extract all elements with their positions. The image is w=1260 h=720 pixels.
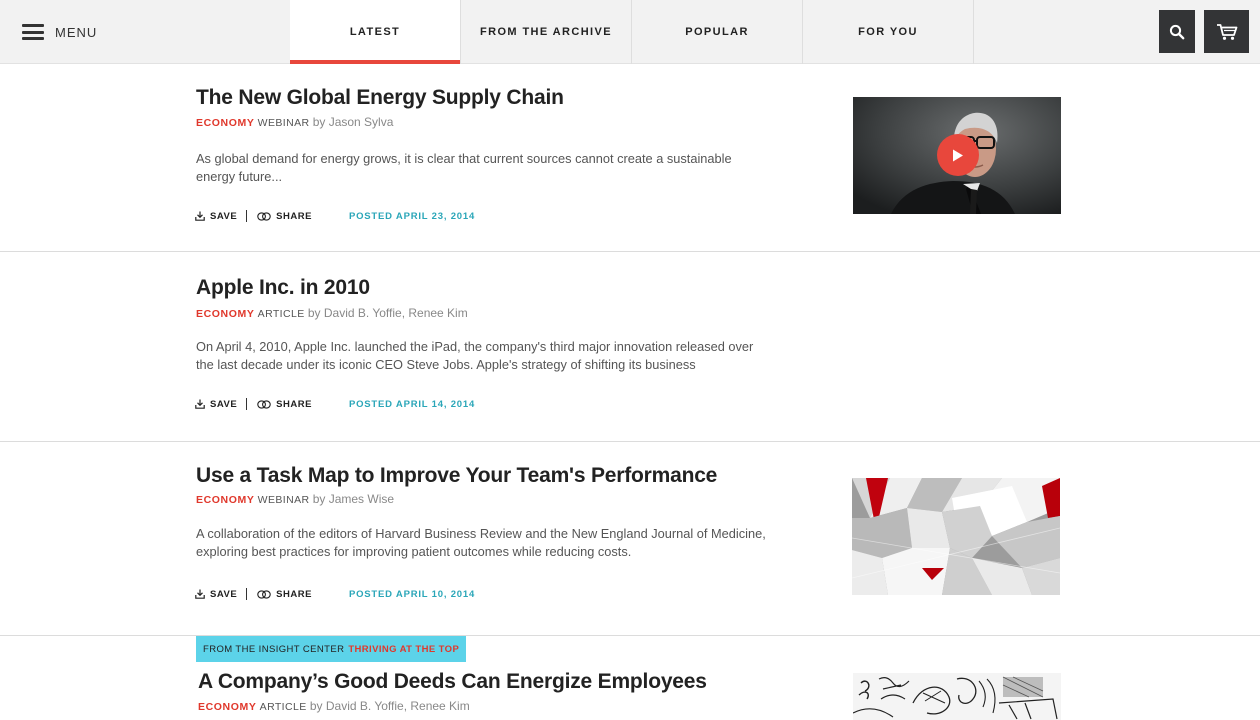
posted-prefix: POSTED <box>348 210 393 222</box>
article-meta: ECONOMY ARTICLE by David B. Yoffie, Rene… <box>198 699 470 713</box>
topic-tag[interactable]: ECONOMY <box>198 701 256 713</box>
search-button[interactable] <box>1159 10 1195 53</box>
article-card: A Company’s Good Deeds Can Energize Empl… <box>0 636 1260 720</box>
article-meta: ECONOMY ARTICLE by David B. Yoffie, Rene… <box>196 306 468 320</box>
article-actions: SAVE SHARE POSTED APRIL 14, 2014 <box>195 397 475 411</box>
sketch-illustration-image <box>853 673 1061 720</box>
posted-date-value: APRIL 23, 2014 <box>395 210 476 222</box>
byline: by Jason Sylva <box>312 115 394 129</box>
posted-date: POSTED APRIL 14, 2014 <box>349 399 475 410</box>
posted-date: POSTED APRIL 10, 2014 <box>349 589 475 600</box>
share-label: SHARE <box>276 398 312 410</box>
article-card: The New Global Energy Supply Chain ECONO… <box>0 64 1260 252</box>
topic-tag[interactable]: ECONOMY <box>196 117 254 129</box>
save-label: SAVE <box>210 210 238 222</box>
divider <box>246 398 248 410</box>
divider <box>246 588 248 600</box>
share-link-icon <box>257 589 271 599</box>
byline: by David B. Yoffie, Renee Kim <box>307 306 468 320</box>
share-label: SHARE <box>276 588 312 600</box>
topic-tag[interactable]: ECONOMY <box>196 494 254 506</box>
content-type: WEBINAR <box>257 117 310 129</box>
save-button[interactable]: SAVE <box>195 211 237 222</box>
tab-from-the-archive[interactable]: FROM THE ARCHIVE <box>461 0 632 64</box>
byline: by David B. Yoffie, Renee Kim <box>309 699 470 713</box>
posted-date-value: APRIL 10, 2014 <box>395 588 476 600</box>
article-title[interactable]: The New Global Energy Supply Chain <box>196 86 564 110</box>
article-thumbnail[interactable] <box>852 478 1060 595</box>
menu-label: MENU <box>55 24 98 40</box>
content-type: ARTICLE <box>259 701 307 713</box>
menu-button[interactable]: MENU <box>22 22 97 42</box>
article-summary: On April 4, 2010, Apple Inc. launched th… <box>196 339 754 372</box>
share-button[interactable]: SHARE <box>257 589 312 600</box>
save-label: SAVE <box>210 588 238 600</box>
topic-tag[interactable]: ECONOMY <box>196 308 254 320</box>
posted-date-value: APRIL 14, 2014 <box>395 398 476 410</box>
share-link-icon <box>257 211 271 221</box>
cart-button[interactable] <box>1204 10 1249 53</box>
cart-icon <box>1216 23 1237 40</box>
article-thumbnail[interactable] <box>853 673 1061 720</box>
article-meta: ECONOMY WEBINAR by James Wise <box>196 492 394 506</box>
article-title[interactable]: A Company’s Good Deeds Can Energize Empl… <box>198 670 707 694</box>
tab-popular[interactable]: POPULAR <box>632 0 803 64</box>
share-label: SHARE <box>276 210 312 222</box>
share-button[interactable]: SHARE <box>257 211 312 222</box>
content-type: WEBINAR <box>257 494 310 506</box>
posted-prefix: POSTED <box>348 588 393 600</box>
article-title[interactable]: Apple Inc. in 2010 <box>196 276 370 300</box>
article-actions: SAVE SHARE POSTED APRIL 23, 2014 <box>195 209 475 223</box>
article-actions: SAVE SHARE POSTED APRIL 10, 2014 <box>195 587 475 601</box>
search-icon <box>1169 24 1185 39</box>
video-thumbnail[interactable] <box>853 97 1061 214</box>
article-card: Use a Task Map to Improve Your Team's Pe… <box>0 442 1260 636</box>
play-icon <box>953 149 963 161</box>
play-button[interactable] <box>937 134 979 176</box>
hamburger-icon[interactable] <box>22 24 44 40</box>
save-label: SAVE <box>210 398 238 410</box>
tab-bar: LATEST FROM THE ARCHIVE POPULAR FOR YOU <box>290 0 974 64</box>
top-navigation: MENU LATEST FROM THE ARCHIVE POPULAR FOR… <box>0 0 1260 64</box>
article-summary: A collaboration of the editors of Harvar… <box>196 526 766 559</box>
byline: by James Wise <box>312 492 395 506</box>
tab-latest[interactable]: LATEST <box>290 0 461 64</box>
share-button[interactable]: SHARE <box>257 399 312 410</box>
article-title[interactable]: Use a Task Map to Improve Your Team's Pe… <box>196 464 717 488</box>
download-icon <box>195 399 205 409</box>
divider <box>246 210 248 222</box>
download-icon <box>195 211 205 221</box>
article-meta: ECONOMY WEBINAR by Jason Sylva <box>196 115 393 129</box>
tab-for-you[interactable]: FOR YOU <box>803 0 974 64</box>
share-link-icon <box>257 399 271 409</box>
geometric-pattern-image <box>852 478 1060 595</box>
save-button[interactable]: SAVE <box>195 399 237 410</box>
posted-date: POSTED APRIL 23, 2014 <box>349 211 475 222</box>
article-card: Apple Inc. in 2010 ECONOMY ARTICLE by Da… <box>0 252 1260 442</box>
download-icon <box>195 589 205 599</box>
posted-prefix: POSTED <box>348 398 393 410</box>
content-type: ARTICLE <box>257 308 305 320</box>
save-button[interactable]: SAVE <box>195 589 237 600</box>
article-summary: As global demand for energy grows, it is… <box>196 151 732 184</box>
